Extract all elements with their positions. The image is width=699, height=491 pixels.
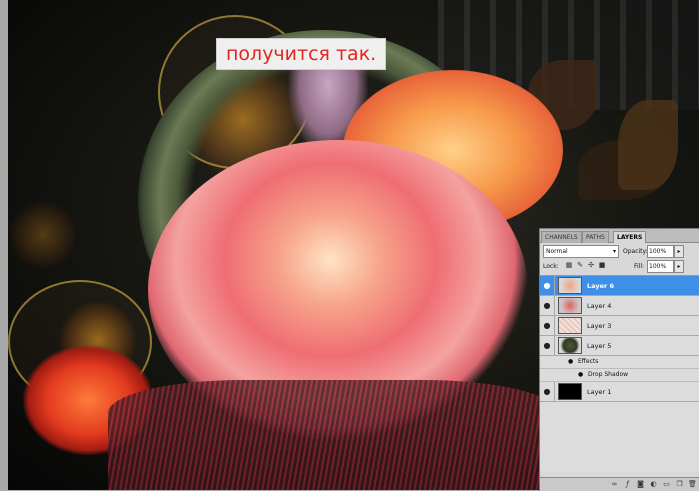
lock-transparent-icon[interactable]: ▦ <box>565 261 573 270</box>
fx-icon[interactable]: ƒ <box>623 480 632 489</box>
group-icon[interactable]: ▭ <box>662 480 671 489</box>
caption-label: получится так. <box>216 38 387 70</box>
layers-list: ● Layer 6 ● Layer 4 ● Layer 3 ● Layer 5 … <box>540 275 699 472</box>
opacity-field[interactable]: 100% <box>647 245 674 258</box>
fill-field[interactable]: 100% <box>647 260 674 273</box>
trash-icon[interactable]: 🗑 <box>688 480 697 489</box>
drop-shadow-row[interactable]: ● Drop Shadow <box>540 369 699 382</box>
eye-icon[interactable]: ● <box>540 336 555 355</box>
lock-brush-icon[interactable]: ✎ <box>576 261 584 270</box>
tab-layers[interactable]: LAYERS <box>613 231 647 243</box>
effects-row[interactable]: ● Effects <box>540 356 699 369</box>
layer-name: Layer 1 <box>587 387 612 396</box>
tab-channels[interactable]: CHANNELS <box>541 231 582 243</box>
layer-row[interactable]: ● Layer 5 <box>540 336 699 356</box>
layer-name: Layer 3 <box>587 321 612 330</box>
layer-thumbnail <box>558 297 582 314</box>
fill-slider-button[interactable]: ▸ <box>674 260 684 273</box>
eye-icon[interactable]: ● <box>568 356 573 368</box>
layer-thumbnail <box>558 337 582 354</box>
layer-name: Layer 4 <box>587 301 612 310</box>
layer-thumbnail <box>558 277 582 294</box>
layer-row[interactable]: ● Layer 1 <box>540 382 699 402</box>
eye-icon[interactable]: ● <box>540 316 555 335</box>
grass <box>108 380 558 490</box>
adjustment-icon[interactable]: ◐ <box>649 480 658 489</box>
effects-label: Effects <box>578 358 599 365</box>
eye-icon[interactable]: ● <box>540 276 555 295</box>
opacity-label: Opacity: <box>623 248 648 255</box>
drop-shadow-label: Drop Shadow <box>588 371 629 378</box>
mask-icon[interactable]: ◙ <box>636 480 645 489</box>
eye-icon[interactable]: ● <box>578 369 583 381</box>
fill-label: Fill: <box>634 263 645 270</box>
lock-label: Lock: <box>543 263 559 270</box>
blend-row: Normal ▾ Opacity: 100% ▸ <box>543 245 697 258</box>
lock-icons: ▦ ✎ ✣ ■ <box>565 261 606 272</box>
eye-icon[interactable]: ● <box>540 296 555 315</box>
new-layer-icon[interactable]: ❐ <box>675 480 684 489</box>
layer-name: Layer 5 <box>587 341 612 350</box>
layers-panel: CHANNELS PATHS LAYERS Normal ▾ Opacity: … <box>539 228 699 491</box>
leaf <box>618 100 678 190</box>
layer-name: Layer 6 <box>587 281 614 290</box>
lock-move-icon[interactable]: ✣ <box>587 261 595 270</box>
chevron-down-icon: ▾ <box>612 248 616 255</box>
eye-icon[interactable]: ● <box>540 382 555 401</box>
panel-footer: ∞ ƒ ◙ ◐ ▭ ❐ 🗑 <box>540 477 699 491</box>
lock-row: Lock: ▦ ✎ ✣ ■ Fill: 100% ▸ <box>543 260 697 273</box>
blend-mode-value: Normal <box>546 248 568 255</box>
layer-row[interactable]: ● Layer 4 <box>540 296 699 316</box>
blend-mode-select[interactable]: Normal ▾ <box>543 245 619 258</box>
link-icon[interactable]: ∞ <box>610 480 619 489</box>
layer-thumbnail <box>558 383 582 400</box>
tab-paths[interactable]: PATHS <box>582 231 609 243</box>
opacity-slider-button[interactable]: ▸ <box>674 245 684 258</box>
panel-tabs: CHANNELS PATHS LAYERS <box>540 229 699 243</box>
layer-thumbnail <box>558 317 582 334</box>
bokeh-glow <box>8 200 78 270</box>
lock-all-icon[interactable]: ■ <box>598 261 606 270</box>
layer-row[interactable]: ● Layer 3 <box>540 316 699 336</box>
layer-row[interactable]: ● Layer 6 <box>540 276 699 296</box>
